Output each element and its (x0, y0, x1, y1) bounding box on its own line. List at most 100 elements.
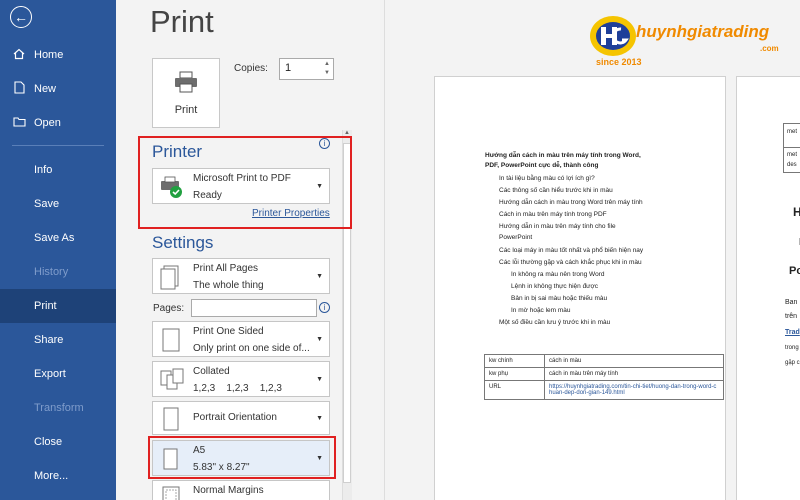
table-cell: URL (484, 380, 545, 400)
toc-item: Các lỗi thường gặp và cách khắc phục khi… (499, 259, 642, 266)
nav-item-open[interactable]: Open (0, 106, 116, 140)
orientation-main: Portrait Orientation (193, 412, 277, 423)
nav-item-export[interactable]: Export (0, 357, 116, 391)
toc-subitem: Lệnh in không thực hiện được (511, 283, 599, 290)
sides-select[interactable]: Print One Sided Only print on one side o… (152, 321, 330, 357)
text-fragment: Trad (785, 329, 800, 336)
toc-subitem: In không ra màu nên trong Word (511, 271, 605, 278)
settings-section-title: Settings (152, 233, 214, 252)
backstage-nav: ← Home New Open Info Save Save As Histor… (0, 0, 116, 500)
margins-select[interactable]: Normal Margins (152, 480, 330, 500)
collation-select[interactable]: Collated 1,2,3 1,2,3 1,2,3 ▼ (152, 361, 330, 397)
pages-label: Pages: (153, 303, 185, 314)
text-fragment: des (787, 162, 797, 168)
print-button[interactable]: Print (152, 58, 220, 128)
text-fragment: gặp c (785, 360, 800, 366)
copies-stepper[interactable]: 1 ▲ ▼ (279, 58, 334, 80)
logo-text: huynhgiatrading (636, 22, 770, 41)
nav-item-more[interactable]: More... (0, 459, 116, 493)
info-icon[interactable]: i (319, 302, 330, 313)
text-fragment: met (787, 152, 798, 158)
nav-item-close[interactable]: Close (0, 425, 116, 459)
print-settings-panel: Print Print Copies: 1 ▲ ▼ ▲ Printer i Mi… (116, 0, 384, 500)
toc-item: Các thông số cần hiểu trước khi in màu (499, 187, 613, 194)
sides-main: Print One Sided (193, 326, 264, 337)
chevron-down-icon: ▼ (316, 336, 323, 343)
one-sided-icon (159, 327, 183, 358)
url-link[interactable]: https://huynhgiatrading.com/tin-chi-tiet… (549, 384, 716, 396)
sides-sub: Only print on one side of... (193, 343, 310, 354)
printer-icon (173, 71, 199, 98)
text-fragment: trong (785, 345, 799, 351)
logo-domain: .com (760, 44, 779, 53)
text-fragment: trên (785, 313, 798, 320)
table-cell: kw phụ (484, 367, 545, 381)
nav-item-save[interactable]: Save (0, 187, 116, 221)
orientation-select[interactable]: Portrait Orientation ▼ (152, 401, 330, 435)
text-fragment: Po (789, 265, 800, 277)
nav-item-save-as[interactable]: Save As (0, 221, 116, 255)
toc-item: In tài liệu bằng màu có lợi ích gì? (499, 175, 595, 182)
table-cell: kw chính (484, 354, 545, 368)
nav-item-new[interactable]: New (0, 72, 116, 106)
preview-page-2: met met des H I Po Ban trên Trad trong g… (736, 76, 800, 500)
table-cell: https://huynhgiatrading.com/tin-chi-tiet… (544, 380, 724, 400)
paper-size-highlight-box (148, 436, 336, 479)
table-row: kw phụ cách in màu trên máy tính (484, 367, 724, 381)
toc-item: PowerPoint (499, 234, 533, 241)
pages-input[interactable] (191, 299, 317, 317)
text-fragment: H (793, 205, 800, 219)
chevron-down-icon: ▼ (316, 273, 323, 280)
pages-icon (159, 264, 183, 295)
print-button-label: Print (174, 103, 198, 116)
toc-item: Hướng dẫn in màu trên máy tính cho file (499, 223, 616, 230)
page-title: Print (150, 4, 214, 39)
nav-label: New (34, 83, 57, 95)
brand-logo: huynhgiatrading .com since 2013 (588, 10, 793, 70)
nav-item-print[interactable]: Print (0, 289, 116, 323)
margins-icon (159, 485, 183, 500)
portrait-icon (159, 406, 183, 437)
collation-main: Collated (193, 366, 230, 377)
keyword-table: kw chính cách in màu kw phụ cách in màu … (484, 354, 724, 400)
table-cell: cách in màu trên máy tính (544, 367, 724, 381)
nav-item-transform: Transform (34, 402, 84, 414)
nav-divider (12, 145, 104, 146)
table-row: URL https://huynhgiatrading.com/tin-chi-… (484, 380, 724, 400)
logo-since: since 2013 (596, 57, 642, 67)
nav-label: Open (34, 117, 61, 129)
folder-open-icon (12, 116, 26, 130)
preview-page-1: Hướng dẫn cách in màu trên máy tính tron… (434, 76, 726, 500)
hg-logo-mark (590, 16, 636, 56)
toc-item: Một số điều cần lưu ý trước khi in màu (499, 319, 611, 326)
collated-icon (159, 367, 185, 398)
back-arrow-icon[interactable]: ← (10, 6, 32, 28)
print-range-sub: The whole thing (193, 280, 264, 291)
toc-item: Cách in màu trên máy tính trong PDF (499, 211, 607, 218)
copies-value: 1 (285, 62, 292, 74)
chevron-down-icon: ▼ (316, 415, 323, 422)
toc-subitem: Bản in bị sai màu hoặc thiếu màu (511, 295, 608, 302)
printer-highlight-box (138, 136, 352, 229)
toc-subitem: In mờ hoặc lem màu (511, 307, 571, 314)
print-range-select[interactable]: Print All Pages The whole thing ▼ (152, 258, 330, 294)
doc-title-line-2: PDF, PowerPoint cực dễ, thành công (485, 162, 599, 169)
nav-item-info[interactable]: Info (0, 153, 116, 187)
table-divider (783, 147, 800, 148)
spinner-arrows-icon[interactable]: ▲ ▼ (324, 60, 330, 78)
nav-item-home[interactable]: Home (0, 38, 116, 72)
toc-item: Các loại máy in màu tốt nhất và phổ biến… (499, 247, 644, 254)
home-icon (12, 48, 26, 63)
table-row: kw chính cách in màu (484, 354, 724, 368)
copies-label: Copies: (234, 63, 268, 74)
print-range-main: Print All Pages (193, 263, 259, 274)
chevron-down-icon: ▼ (316, 376, 323, 383)
nav-item-share[interactable]: Share (0, 323, 116, 357)
table-cell: cách in màu (544, 354, 724, 368)
toc-item: Hướng dẫn cách in màu trong Word trên má… (499, 199, 643, 206)
collation-sub: 1,2,3 1,2,3 1,2,3 (193, 383, 282, 394)
text-fragment: met (787, 129, 798, 135)
nav-item-history: History (34, 266, 69, 278)
text-fragment: Ban (785, 299, 798, 306)
margins-main: Normal Margins (193, 485, 264, 496)
